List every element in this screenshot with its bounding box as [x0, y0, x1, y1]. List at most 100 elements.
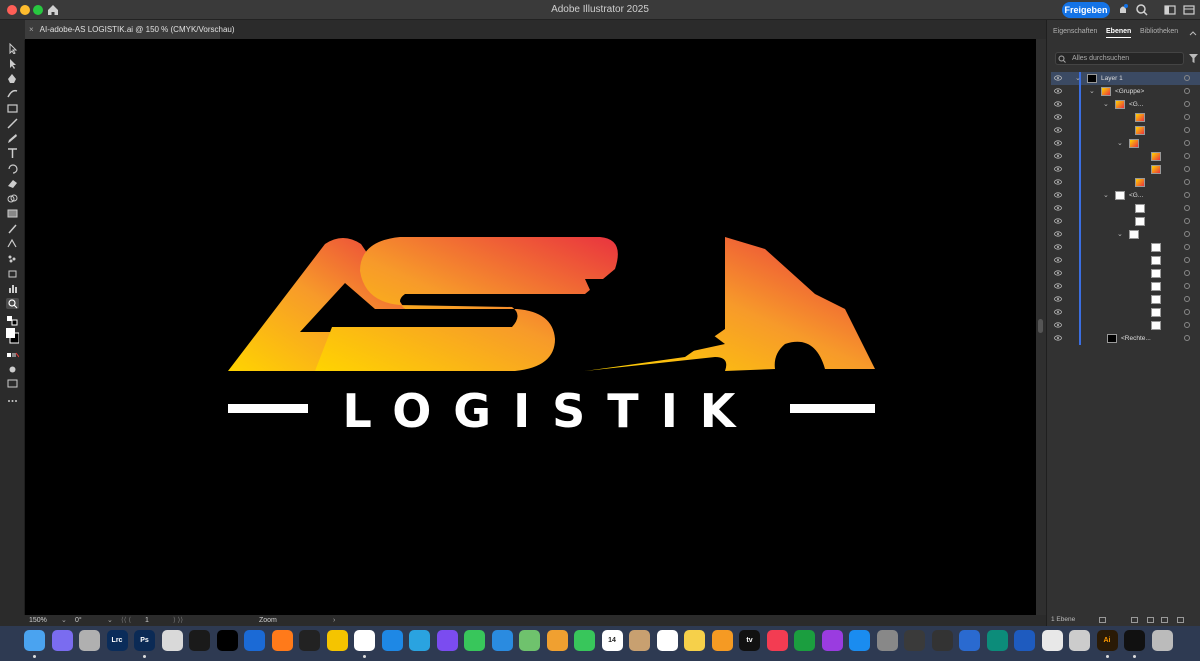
- layer-row[interactable]: [1051, 202, 1200, 215]
- paintbrush-tool-icon[interactable]: [6, 118, 19, 129]
- visibility-eye-icon[interactable]: [1054, 140, 1062, 146]
- visibility-eye-icon[interactable]: [1054, 283, 1062, 289]
- symbol-sprayer-tool-icon[interactable]: [6, 253, 19, 264]
- artboard-field[interactable]: 1: [145, 615, 149, 626]
- dock-app-calendar-icon[interactable]: 14: [601, 630, 623, 651]
- target-icon[interactable]: [1184, 75, 1190, 81]
- expand-chevron-icon[interactable]: ⌄: [1103, 100, 1109, 109]
- visibility-eye-icon[interactable]: [1054, 166, 1062, 172]
- dock-app-firefox-icon[interactable]: [271, 630, 293, 651]
- visibility-eye-icon[interactable]: [1054, 88, 1062, 94]
- layer-row[interactable]: [1051, 254, 1200, 267]
- default-colors-icon[interactable]: [6, 315, 19, 326]
- dock-app-teamviewer-icon[interactable]: [244, 630, 265, 651]
- selection-tool-icon[interactable]: [6, 43, 19, 54]
- next-artboard-icon[interactable]: ⟩ ⟩⟩: [173, 615, 183, 626]
- target-icon[interactable]: [1184, 218, 1190, 224]
- dock-app-instruments-icon[interactable]: [959, 630, 980, 651]
- rotate-tool-icon[interactable]: [6, 163, 19, 174]
- target-icon[interactable]: [1184, 166, 1190, 172]
- workspace-icon[interactable]: [1163, 3, 1177, 17]
- dock-app-davinci-resolve-icon[interactable]: [189, 630, 210, 651]
- visibility-eye-icon[interactable]: [1054, 244, 1062, 250]
- canvas[interactable]: LOGISTIK: [25, 39, 1036, 615]
- dock-app-launchpad-icon[interactable]: [51, 630, 73, 651]
- visibility-eye-icon[interactable]: [1054, 296, 1062, 302]
- type-tool-icon[interactable]: [6, 148, 19, 159]
- dock-app-chrome-icon[interactable]: [354, 630, 375, 651]
- notifications-icon[interactable]: [1116, 3, 1130, 17]
- layers-search-input[interactable]: Alles durchsuchen: [1055, 52, 1184, 65]
- dock-app-system-settings-icon[interactable]: [876, 630, 898, 651]
- dock-app-capcut-icon[interactable]: [216, 630, 238, 651]
- dock-app-music-icon[interactable]: [766, 630, 788, 651]
- visibility-eye-icon[interactable]: [1054, 231, 1062, 237]
- color-mode-icon[interactable]: [6, 350, 19, 361]
- dock-app-screenshot-icon[interactable]: [931, 630, 953, 651]
- visibility-eye-icon[interactable]: [1054, 114, 1062, 120]
- expand-chevron-icon[interactable]: ⌄: [1117, 230, 1123, 239]
- dock-app-photos-icon[interactable]: [546, 630, 568, 651]
- visibility-eye-icon[interactable]: [1054, 270, 1062, 276]
- rotation-field[interactable]: 0°: [75, 615, 82, 626]
- layer-row[interactable]: [1051, 241, 1200, 254]
- eyedropper-tool-icon[interactable]: [6, 223, 19, 234]
- dock-app-maps-icon[interactable]: [519, 630, 540, 651]
- target-icon[interactable]: [1184, 270, 1190, 276]
- dock-app-trash-icon[interactable]: [1151, 630, 1173, 651]
- target-icon[interactable]: [1184, 192, 1190, 198]
- dock-app-photos-icon[interactable]: [79, 630, 100, 651]
- collapse-panel-icon[interactable]: [1189, 30, 1197, 38]
- dock-app-finder-icon[interactable]: [24, 630, 45, 651]
- visibility-eye-icon[interactable]: [1054, 257, 1062, 263]
- pencil-tool-icon[interactable]: [6, 133, 19, 144]
- target-icon[interactable]: [1184, 88, 1190, 94]
- target-icon[interactable]: [1184, 257, 1190, 263]
- layer-row[interactable]: [1051, 163, 1200, 176]
- visibility-eye-icon[interactable]: [1054, 322, 1062, 328]
- rectangle-tool-icon[interactable]: [6, 103, 19, 114]
- target-icon[interactable]: [1184, 153, 1190, 159]
- rotation-dropdown-icon[interactable]: ⌄: [107, 615, 113, 626]
- target-icon[interactable]: [1184, 101, 1190, 107]
- export-icon[interactable]: [1099, 617, 1106, 623]
- dock-app-reminders-icon[interactable]: [656, 630, 678, 651]
- dock-app-activity-monitor-icon[interactable]: [299, 630, 320, 651]
- visibility-eye-icon[interactable]: [1054, 309, 1062, 315]
- dock-app-messages-icon[interactable]: [464, 630, 485, 651]
- dock-app-finder-helper-icon[interactable]: [986, 630, 1008, 651]
- layer-row[interactable]: ⌄: [1051, 137, 1200, 150]
- shape-builder-tool-icon[interactable]: [6, 193, 19, 204]
- dock-app-sticky-icon[interactable]: [326, 630, 348, 651]
- fill-stroke-swatches-icon[interactable]: [6, 327, 19, 345]
- dock-app-preview-icon[interactable]: [1041, 630, 1063, 651]
- graph-tool-icon[interactable]: [6, 283, 19, 294]
- curvature-tool-icon[interactable]: [6, 88, 19, 99]
- close-tab-icon[interactable]: ×: [29, 25, 34, 34]
- gradient-tool-icon[interactable]: [6, 208, 19, 219]
- expand-chevron-icon[interactable]: ⌄: [1117, 139, 1123, 148]
- first-artboard-icon[interactable]: ⟨⟨ ⟨: [121, 615, 131, 626]
- screen-mode-icon[interactable]: [6, 378, 19, 389]
- layer-row[interactable]: [1051, 215, 1200, 228]
- layer-row[interactable]: [1051, 319, 1200, 332]
- scroll-thumb[interactable]: [1038, 319, 1043, 333]
- dock-app-telegram-icon[interactable]: [409, 630, 430, 651]
- tab-properties[interactable]: Eigenschaften: [1053, 28, 1097, 35]
- share-button[interactable]: Freigeben: [1062, 2, 1110, 18]
- dock-app-illustrator-icon[interactable]: Ai: [1096, 630, 1118, 651]
- tab-layers[interactable]: Ebenen: [1106, 28, 1132, 38]
- layer-row[interactable]: [1051, 111, 1200, 124]
- pen-tool-icon[interactable]: [6, 73, 19, 84]
- document-tab[interactable]: × AI-adobe-AS LOGISTIK.ai @ 150 % (CMYK/V…: [25, 20, 235, 39]
- target-icon[interactable]: [1184, 244, 1190, 250]
- visibility-eye-icon[interactable]: [1054, 127, 1062, 133]
- more-tools-icon[interactable]: [6, 395, 19, 406]
- target-icon[interactable]: [1184, 231, 1190, 237]
- expand-chevron-icon[interactable]: ⌄: [1075, 74, 1081, 83]
- layer-row[interactable]: ⌄: [1051, 228, 1200, 241]
- layer-row[interactable]: [1051, 293, 1200, 306]
- status-menu-icon[interactable]: ›: [333, 615, 335, 626]
- dock-app-podcasts-icon[interactable]: [821, 630, 843, 651]
- dock-app-notes-icon[interactable]: [684, 630, 705, 651]
